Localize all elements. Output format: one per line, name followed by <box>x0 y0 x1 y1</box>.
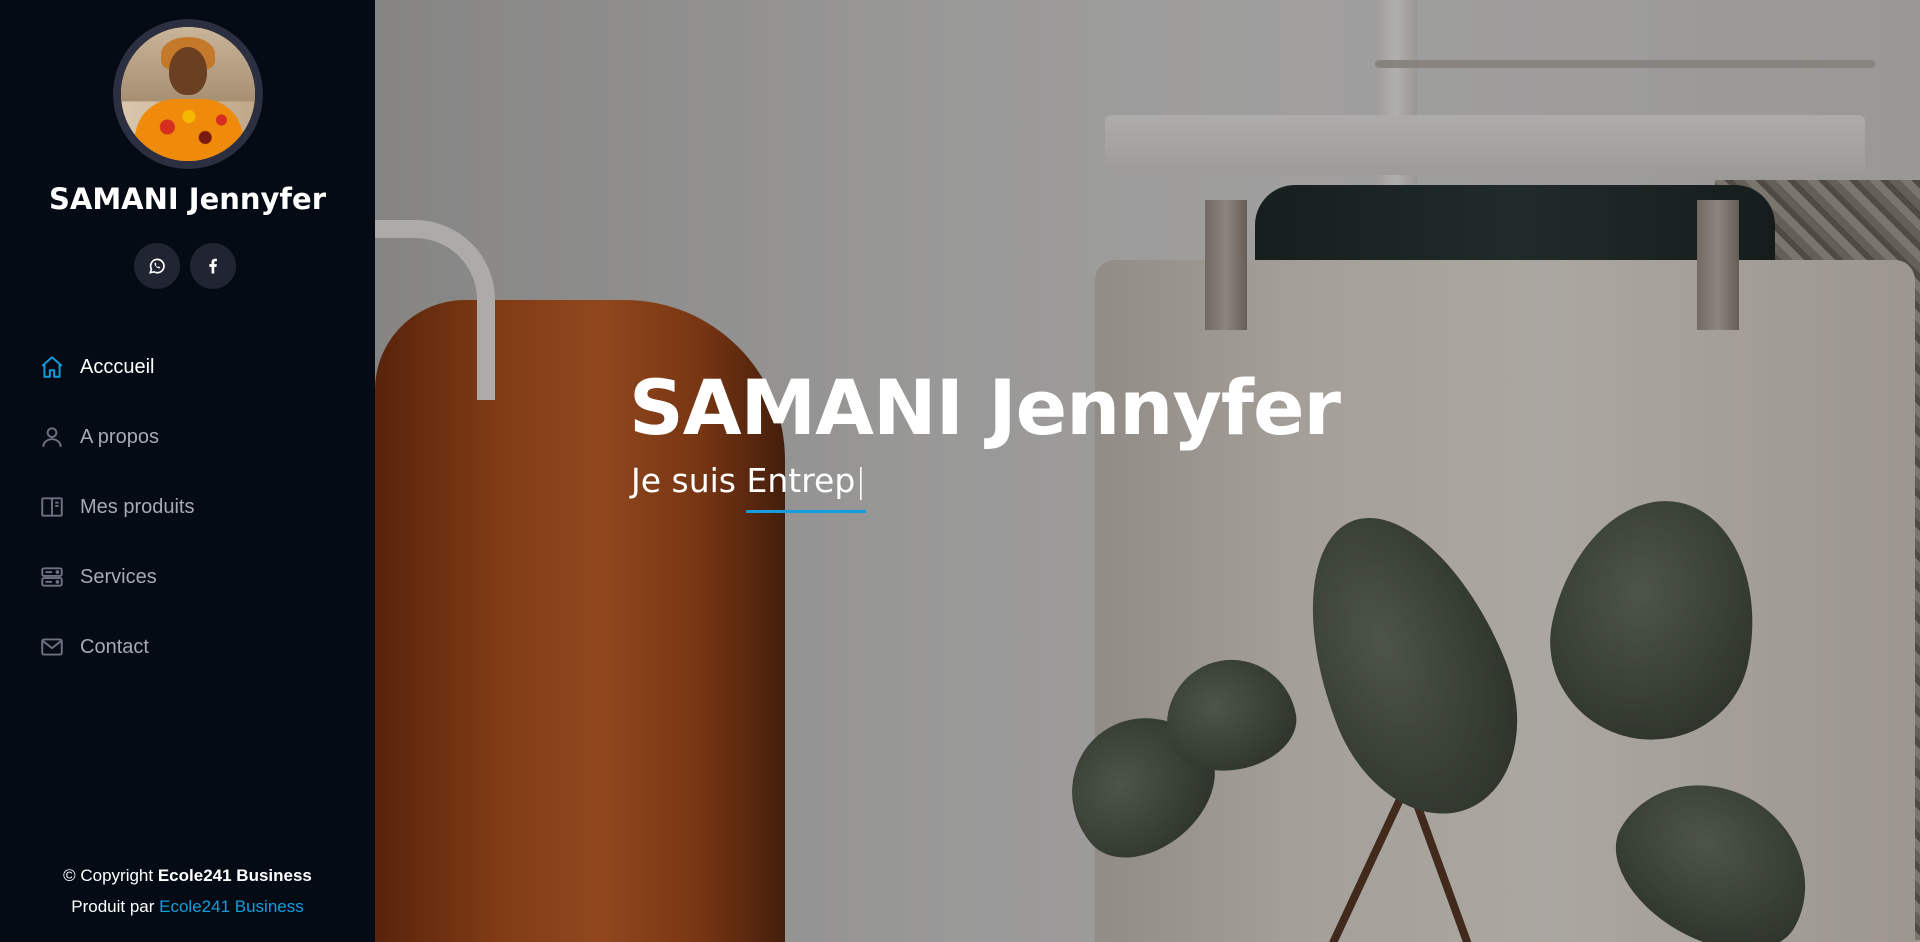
nav-item-products[interactable]: Mes produits <box>38 472 195 542</box>
facebook-icon <box>209 258 217 274</box>
credits-line: Produit par Ecole241 Business <box>0 891 375 922</box>
nav-item-label: Contact <box>80 635 149 658</box>
whatsapp-icon <box>149 258 165 274</box>
book-half-icon <box>38 493 66 521</box>
nav-item-about[interactable]: A propos <box>38 402 195 472</box>
sidebar-footer: © Copyright Ecole241 Business Produit pa… <box>0 860 375 922</box>
nav-item-label: Services <box>80 565 157 588</box>
copyright-brand: Ecole241 Business <box>157 866 312 885</box>
envelope-icon <box>38 633 66 661</box>
typed-text: Entrep| <box>746 458 867 513</box>
home-icon <box>38 353 66 381</box>
credits-prefix: Produit par <box>71 897 160 916</box>
hero-subtitle-prefix: Je suis <box>631 461 747 500</box>
nav-item-label: Acccueil <box>80 355 155 378</box>
copyright-prefix: © Copyright <box>63 866 158 885</box>
nav-item-contact[interactable]: Contact <box>38 612 195 682</box>
sidebar-profile-name[interactable]: SAMANI Jennyfer <box>0 182 375 216</box>
whatsapp-button[interactable] <box>134 243 180 289</box>
copyright-line: © Copyright Ecole241 Business <box>0 860 375 891</box>
profile-photo <box>121 27 255 161</box>
credits-link[interactable]: Ecole241 Business <box>159 897 304 916</box>
hero-section: SAMANI Jennyfer Je suis Entrep| <box>375 0 1920 942</box>
nav-item-home[interactable]: Acccueil <box>38 332 195 402</box>
hero-title: SAMANI Jennyfer <box>629 363 1341 452</box>
server-icon <box>38 563 66 591</box>
user-icon <box>38 423 66 451</box>
social-links <box>134 243 236 289</box>
facebook-button[interactable] <box>190 243 236 289</box>
sidebar: SAMANI Jennyfer Acccueil A propos Mes pr… <box>0 0 375 942</box>
nav-item-label: Mes produits <box>80 495 195 518</box>
nav-item-services[interactable]: Services <box>38 542 195 612</box>
nav-menu: Acccueil A propos Mes produits Services … <box>38 332 195 682</box>
hero-overlay <box>375 0 1920 942</box>
avatar <box>113 19 263 169</box>
hero-subtitle: Je suis Entrep| <box>631 458 867 513</box>
typed-cursor: | <box>855 461 867 500</box>
typed-text-value: Entrep <box>746 461 856 500</box>
nav-item-label: A propos <box>80 425 159 448</box>
